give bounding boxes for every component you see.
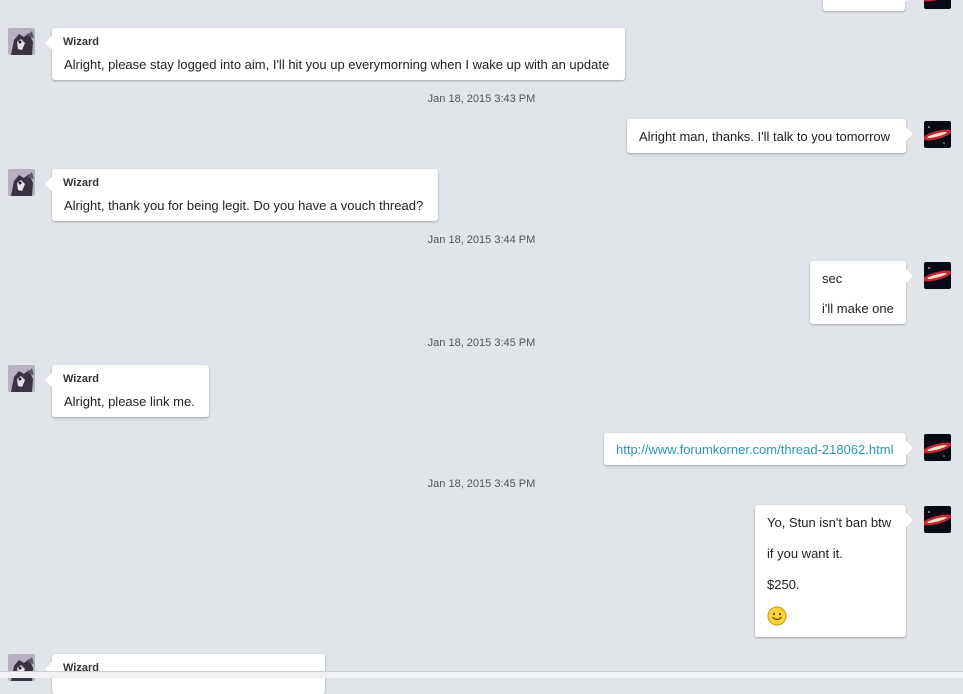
thread-link[interactable]: http://www.forumkorner.com/thread-218062… (616, 442, 893, 457)
sender-name: Wizard (63, 36, 99, 48)
wizard-avatar[interactable] (8, 365, 35, 392)
timestamp: Jan 18, 2015 3:44 PM (0, 234, 963, 246)
user-avatar[interactable] (924, 121, 951, 148)
message-bubble-outgoing: Yo, Stun isn't ban btw if you want it. $… (755, 505, 906, 637)
message-text: Alright, please link me. (64, 394, 195, 409)
message-bubble-outgoing: http://www.forumkorner.com/thread-218062… (604, 433, 906, 465)
smiley-icon (767, 606, 787, 629)
message-bubble-incoming: Wizard Alright, please stay logged into … (52, 28, 625, 80)
wizard-avatar[interactable] (8, 169, 35, 196)
message-bubble-outgoing: Alright man, thanks. I'll talk to you to… (627, 119, 906, 153)
message-text: Yo, Stun isn't ban btw (767, 515, 891, 530)
user-avatar[interactable] (924, 434, 951, 461)
message-bubble-outgoing-partial (823, 0, 905, 11)
message-text: $250. (767, 577, 800, 592)
wizard-avatar[interactable] (8, 28, 35, 55)
timestamp: Jan 18, 2015 3:45 PM (0, 478, 963, 490)
message-bubble-outgoing: sec i'll make one (810, 261, 906, 324)
message-text: Alright, thank you for being legit. Do y… (64, 198, 423, 213)
user-avatar[interactable] (924, 506, 951, 533)
message-text: Alright, please stay logged into aim, I'… (64, 57, 609, 72)
message-text: i'll make one (822, 301, 894, 316)
user-avatar[interactable] (924, 0, 951, 9)
message-bubble-incoming: Wizard Alright, thank you for being legi… (52, 169, 438, 221)
message-text: sec (822, 271, 842, 286)
sender-name: Wizard (63, 177, 99, 189)
message-text: if you want it. (767, 546, 843, 561)
message-text: Alright man, thanks. I'll talk to you to… (639, 129, 890, 144)
message-bubble-incoming: Wizard Alright, please link me. (52, 365, 209, 417)
sender-name: Wizard (63, 373, 99, 385)
user-avatar[interactable] (924, 262, 951, 289)
timestamp: Jan 18, 2015 3:45 PM (0, 337, 963, 349)
timestamp: Jan 18, 2015 3:43 PM (0, 93, 963, 105)
